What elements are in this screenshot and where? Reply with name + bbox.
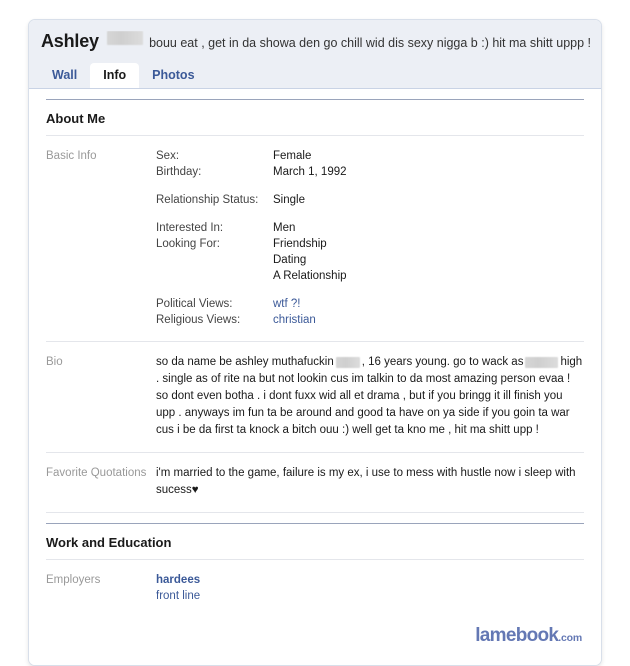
row-content-bio: so da name be ashley muthafuckin , 16 yea… <box>156 354 584 439</box>
field-label-political-views: Political Views: <box>156 298 233 310</box>
heart-icon: ♥ <box>191 484 199 496</box>
row-favorite-quotations: Favorite Quotations i'm married to the g… <box>46 453 584 513</box>
field-value-looking-for: Friendship <box>273 238 327 250</box>
favorite-quotations-body: i'm married to the game, failure is my e… <box>156 467 576 496</box>
bio-text-part-3: high . single as of rite na but not look… <box>156 356 583 436</box>
field-religious-views: Religious Views: christian <box>156 312 584 328</box>
employer-name[interactable]: hardees <box>156 572 584 588</box>
row-content-employers: hardees front line <box>156 572 584 604</box>
redaction-block-name <box>106 31 144 45</box>
row-employers: Employers hardees front line <box>46 560 584 617</box>
row-label-employers: Employers <box>46 574 101 586</box>
redaction-block-bio-school <box>525 357 559 369</box>
row-basic-info: Basic Info Sex: Female Birthday: March 1… <box>46 136 584 342</box>
field-interested-in: Interested In: Men <box>156 220 584 236</box>
field-label-birthday: Birthday: <box>156 166 202 178</box>
profile-card: Ashley bouu eat , get in da showa den go… <box>28 19 602 666</box>
bio-text-part-2: , 16 years young. go to wack as <box>361 356 524 368</box>
field-value-religious-views[interactable]: christian <box>273 312 316 328</box>
field-label-interested-in: Interested In: <box>156 222 224 234</box>
profile-body: About Me Basic Info Sex: Female Birthday… <box>29 99 601 665</box>
field-value-relationship-status: Single <box>273 194 305 206</box>
field-sex: Sex: Female <box>156 148 584 164</box>
field-label-sex: Sex: <box>156 150 180 162</box>
field-label-looking-for: Looking For: <box>156 238 220 250</box>
field-group-relationship: Relationship Status: Single <box>156 192 584 208</box>
field-value-looking-for-relationship: A Relationship <box>273 270 347 282</box>
redaction-block-bio-name <box>335 357 360 369</box>
watermark-tld: .com <box>558 632 582 644</box>
field-label-religious-views: Religious Views: <box>156 314 241 326</box>
field-value-sex: Female <box>273 150 312 162</box>
row-label-basic-info: Basic Info <box>46 150 97 162</box>
row-content-favorite-quotations: i'm married to the game, failure is my e… <box>156 465 584 499</box>
field-relationship-status: Relationship Status: Single <box>156 192 584 208</box>
field-label-relationship-status: Relationship Status: <box>156 194 259 206</box>
profile-status-text: bouu eat , get in da showa den go chill … <box>149 36 591 50</box>
profile-header-line: Ashley bouu eat , get in da showa den go… <box>29 31 601 52</box>
field-group-views: Political Views: wtf ?! Religious Views:… <box>156 296 584 328</box>
profile-header: Ashley bouu eat , get in da showa den go… <box>29 20 601 89</box>
field-value-political-views[interactable]: wtf ?! <box>273 296 300 312</box>
row-bio: Bio so da name be ashley muthafuckin , 16… <box>46 342 584 453</box>
profile-name: Ashley <box>41 31 99 51</box>
field-birthday: Birthday: March 1, 1992 <box>156 164 584 180</box>
favorite-quotations-text: i'm married to the game, failure is my e… <box>156 465 584 499</box>
field-group-identity: Sex: Female Birthday: March 1, 1992 <box>156 148 584 180</box>
section-title-work-and-education: Work and Education <box>46 523 584 560</box>
field-looking-for: Looking For: Friendship <box>156 236 584 252</box>
row-content-basic-info: Sex: Female Birthday: March 1, 1992 Rela… <box>156 148 584 328</box>
field-group-seeking: Interested In: Men Looking For: Friendsh… <box>156 220 584 284</box>
tab-bar: Wall Info Photos <box>29 56 601 88</box>
watermark-brand: lamebook <box>475 625 559 646</box>
tab-wall[interactable]: Wall <box>39 63 90 88</box>
watermark: lamebook.com <box>46 617 584 647</box>
field-value-interested-in: Men <box>273 222 296 234</box>
row-label-bio: Bio <box>46 356 63 368</box>
field-value-looking-for-dating: Dating <box>273 254 307 266</box>
field-value-birthday: March 1, 1992 <box>273 166 347 178</box>
row-label-favorite-quotations: Favorite Quotations <box>46 467 147 479</box>
section-title-about-me: About Me <box>46 99 584 136</box>
field-political-views: Political Views: wtf ?! <box>156 296 584 312</box>
employer-position[interactable]: front line <box>156 588 584 604</box>
tab-photos[interactable]: Photos <box>139 63 207 88</box>
tab-info[interactable]: Info <box>90 63 140 88</box>
bio-text-part-1: so da name be ashley muthafuckin <box>156 356 334 368</box>
bio-text: so da name be ashley muthafuckin , 16 yea… <box>156 354 584 439</box>
